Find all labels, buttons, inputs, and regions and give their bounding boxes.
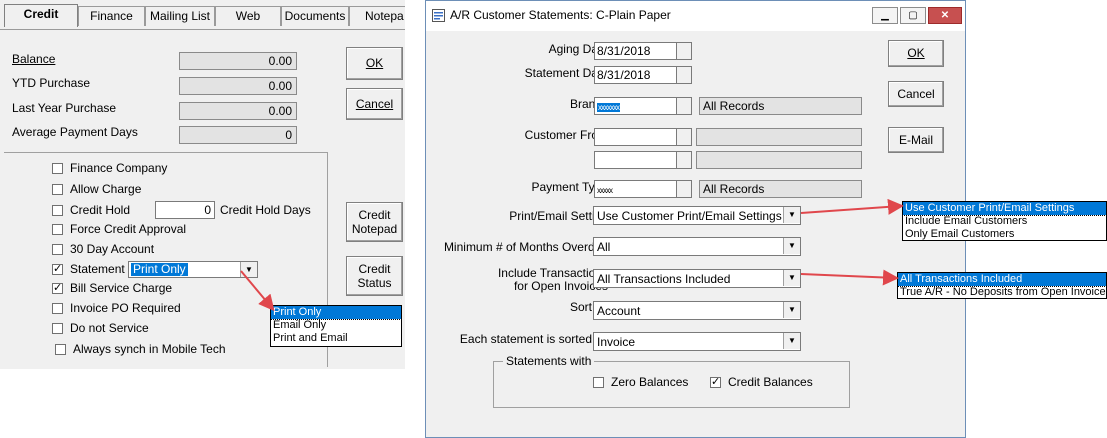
arrow-statement-options xyxy=(240,270,275,312)
arrow-include-transactions-options xyxy=(800,269,899,286)
arrow-print-email-options xyxy=(800,198,904,215)
annotation-arrows xyxy=(240,198,904,312)
tab-credit[interactable]: Credit xyxy=(4,4,78,27)
